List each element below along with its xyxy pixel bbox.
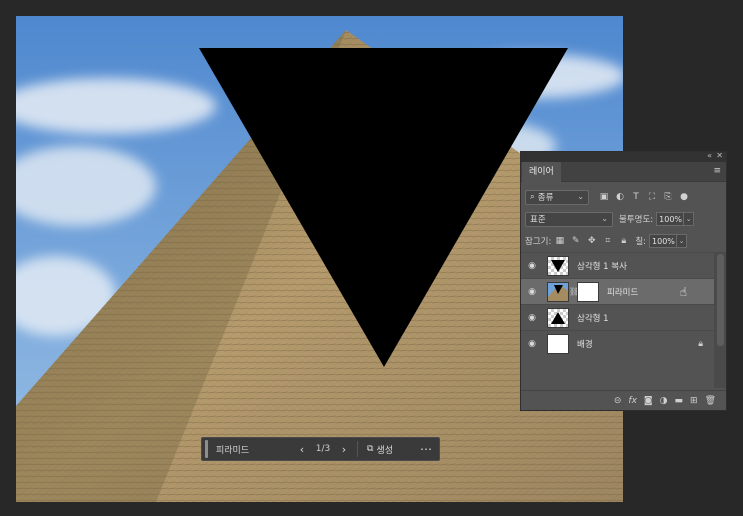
layer-mask-thumbnail[interactable] (577, 281, 599, 302)
layers-scrollbar[interactable] (714, 252, 726, 388)
adjustment-layer-icon[interactable]: ◑ (660, 396, 668, 406)
chevron-right-icon[interactable]: › (336, 440, 352, 458)
trash-icon[interactable]: 🗑︎ (705, 396, 716, 406)
adjustment-icon[interactable]: ◐ (615, 192, 625, 202)
filter-row: ⌕ 종류 ⌄ ▣ ◐ T ⛶ ⎘ ● (521, 186, 726, 208)
smart-object-icon[interactable]: ⎘ (663, 192, 673, 202)
group-folder-icon[interactable]: ▬ (675, 396, 684, 406)
scrollbar-thumb[interactable] (717, 254, 724, 346)
hand-pointer-icon: ☝ (679, 285, 687, 299)
mask-link-icon[interactable]: ⛓ (569, 287, 579, 296)
more-options-button[interactable]: ⋯ (420, 442, 433, 456)
filter-kind-value: 종류 (537, 193, 554, 203)
panel-titlebar[interactable]: « ✕ (521, 151, 726, 162)
layer-name: 피라미드 (607, 287, 639, 298)
mask-icon[interactable]: ◙ (644, 396, 653, 406)
layer-name: 삼각형 1 복사 (577, 261, 627, 272)
lock-brush-icon[interactable]: ✎ (570, 236, 581, 246)
image-icon[interactable]: ▣ (599, 192, 609, 202)
chevron-down-icon: ⌄ (577, 191, 584, 201)
link-icon[interactable]: ⊝ (614, 396, 622, 406)
layer-row[interactable]: ◉ ⛓ 피라미드 ☝ (521, 278, 715, 304)
tab-layers[interactable]: 레이어 (522, 162, 561, 182)
layer-name: 배경 (577, 339, 593, 350)
opacity-dropdown-icon[interactable]: ⌄ (684, 212, 695, 226)
fill-label: 칠: (635, 237, 647, 247)
blend-mode-select[interactable]: 표준 ⌄ (525, 211, 613, 227)
fill-input[interactable]: 100% (649, 234, 678, 248)
layer-name: 삼각형 1 (577, 313, 609, 324)
lock-icons: ▦ ✎ ✥ ⌗ 🔒︎ (554, 236, 629, 246)
layer-thumbnail (547, 333, 569, 354)
close-icon[interactable]: ✕ (716, 151, 723, 160)
panel-menu-icon[interactable]: ≡ (713, 166, 721, 176)
layer-thumbnail (547, 255, 569, 276)
lock-row: 잠그기: ▦ ✎ ✥ ⌗ 🔒︎ 칠: 100% ⌄ (521, 230, 726, 252)
layers-bottom-bar: ⊝ fx ◙ ◑ ▬ ⊞ 🗑︎ (521, 390, 726, 410)
generate-button[interactable]: ⧉ 생성 (363, 443, 397, 456)
lock-icon: 🔒︎ (698, 338, 703, 349)
blend-mode-value: 표준 (530, 215, 546, 225)
layer-row[interactable]: ◉ 배경 🔒︎ (521, 330, 715, 356)
shape-icon[interactable]: ⛶ (647, 192, 657, 202)
layers-panel: « ✕ 레이어 ≡ ⌕ 종류 ⌄ ▣ ◐ T ⛶ ⎘ ● 표준 ⌄ 불투명도: … (520, 151, 727, 411)
lock-label: 잠그기: (525, 237, 552, 247)
taskbar-page: 1/3 (315, 444, 331, 454)
lock-artboard-icon[interactable]: ⌗ (602, 236, 613, 246)
search-icon: ⌕ (530, 192, 535, 202)
panel-tab-row: 레이어 ≡ (521, 162, 726, 182)
layer-thumbnail (547, 307, 569, 328)
visibility-eye-icon[interactable]: ◉ (521, 287, 543, 297)
fill-dropdown-icon[interactable]: ⌄ (677, 234, 688, 248)
lock-pixels-icon[interactable]: ▦ (554, 236, 565, 246)
dot-toggle-icon[interactable]: ● (679, 192, 689, 202)
chevron-down-icon: ⌄ (601, 213, 608, 223)
filter-kind-select[interactable]: ⌕ 종류 ⌄ (525, 189, 589, 205)
visibility-eye-icon[interactable]: ◉ (521, 339, 543, 349)
contextual-task-bar: 피라미드 ‹ 1/3 › ⧉ 생성 ⋯ (201, 437, 440, 461)
lock-all-icon[interactable]: 🔒︎ (618, 236, 629, 246)
lock-move-icon[interactable]: ✥ (586, 236, 597, 246)
generate-icon: ⧉ (367, 444, 374, 454)
layer-row[interactable]: ◉ 삼각형 1 복사 (521, 252, 715, 278)
type-icon[interactable]: T (631, 192, 641, 202)
collapse-icon[interactable]: « (707, 151, 712, 160)
opacity-label: 불투명도: (619, 215, 654, 225)
layer-thumbnail (547, 281, 569, 302)
opacity-input[interactable]: 100% (656, 212, 685, 226)
visibility-eye-icon[interactable]: ◉ (521, 313, 543, 323)
new-layer-icon[interactable]: ⊞ (690, 396, 698, 406)
drag-handle[interactable] (205, 440, 208, 458)
layer-row[interactable]: ◉ 삼각형 1 (521, 304, 715, 330)
generate-label: 생성 (376, 445, 393, 456)
fx-icon[interactable]: fx (628, 396, 637, 406)
blend-row: 표준 ⌄ 불투명도: 100% ⌄ (521, 208, 726, 230)
visibility-eye-icon[interactable]: ◉ (521, 261, 543, 271)
chevron-left-icon[interactable]: ‹ (294, 440, 310, 458)
filter-icons: ▣ ◐ T ⛶ ⎘ ● (599, 192, 689, 202)
divider (357, 441, 358, 457)
taskbar-layer-name: 피라미드 (216, 445, 250, 456)
layers-list: ◉ 삼각형 1 복사 ◉ ⛓ 피라미드 ☝ ◉ 삼각형 1 ◉ 배경 🔒︎ (521, 252, 715, 356)
